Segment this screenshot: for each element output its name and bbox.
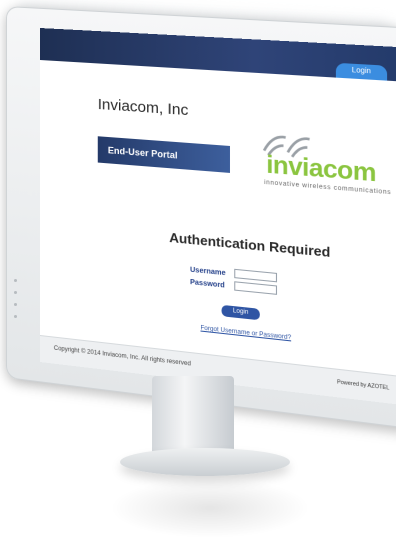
monitor-screen: Login Inviacom, Inc End-User Portal invi… <box>40 28 396 406</box>
forgot-credentials-link[interactable]: Forgot Username or Password? <box>200 325 291 341</box>
side-dot <box>13 315 17 318</box>
side-dot <box>13 279 17 282</box>
username-label: Username <box>190 266 226 278</box>
auth-title: Authentication Required <box>169 229 331 261</box>
stand-reflection <box>110 478 310 538</box>
powered-by-text: Powered by AZOTEL <box>337 379 390 392</box>
monitor-side-buttons <box>12 270 18 327</box>
login-tab[interactable]: Login <box>335 62 388 81</box>
login-button[interactable]: Login <box>221 304 260 321</box>
username-input[interactable] <box>234 268 278 283</box>
company-name: Inviacom, Inc <box>97 95 189 120</box>
inviacom-logo: inviacom innovative wireless communicati… <box>251 133 391 205</box>
monitor-stand-base <box>120 448 290 476</box>
password-label: Password <box>190 278 225 290</box>
copyright-text: Copyright © 2014 Inviacom, Inc. All righ… <box>53 345 191 368</box>
password-input[interactable] <box>234 281 278 295</box>
portal-banner: End-User Portal <box>97 136 230 173</box>
side-dot <box>13 303 17 306</box>
monitor-scene: Login Inviacom, Inc End-User Portal invi… <box>0 0 396 546</box>
side-dot <box>13 291 17 294</box>
